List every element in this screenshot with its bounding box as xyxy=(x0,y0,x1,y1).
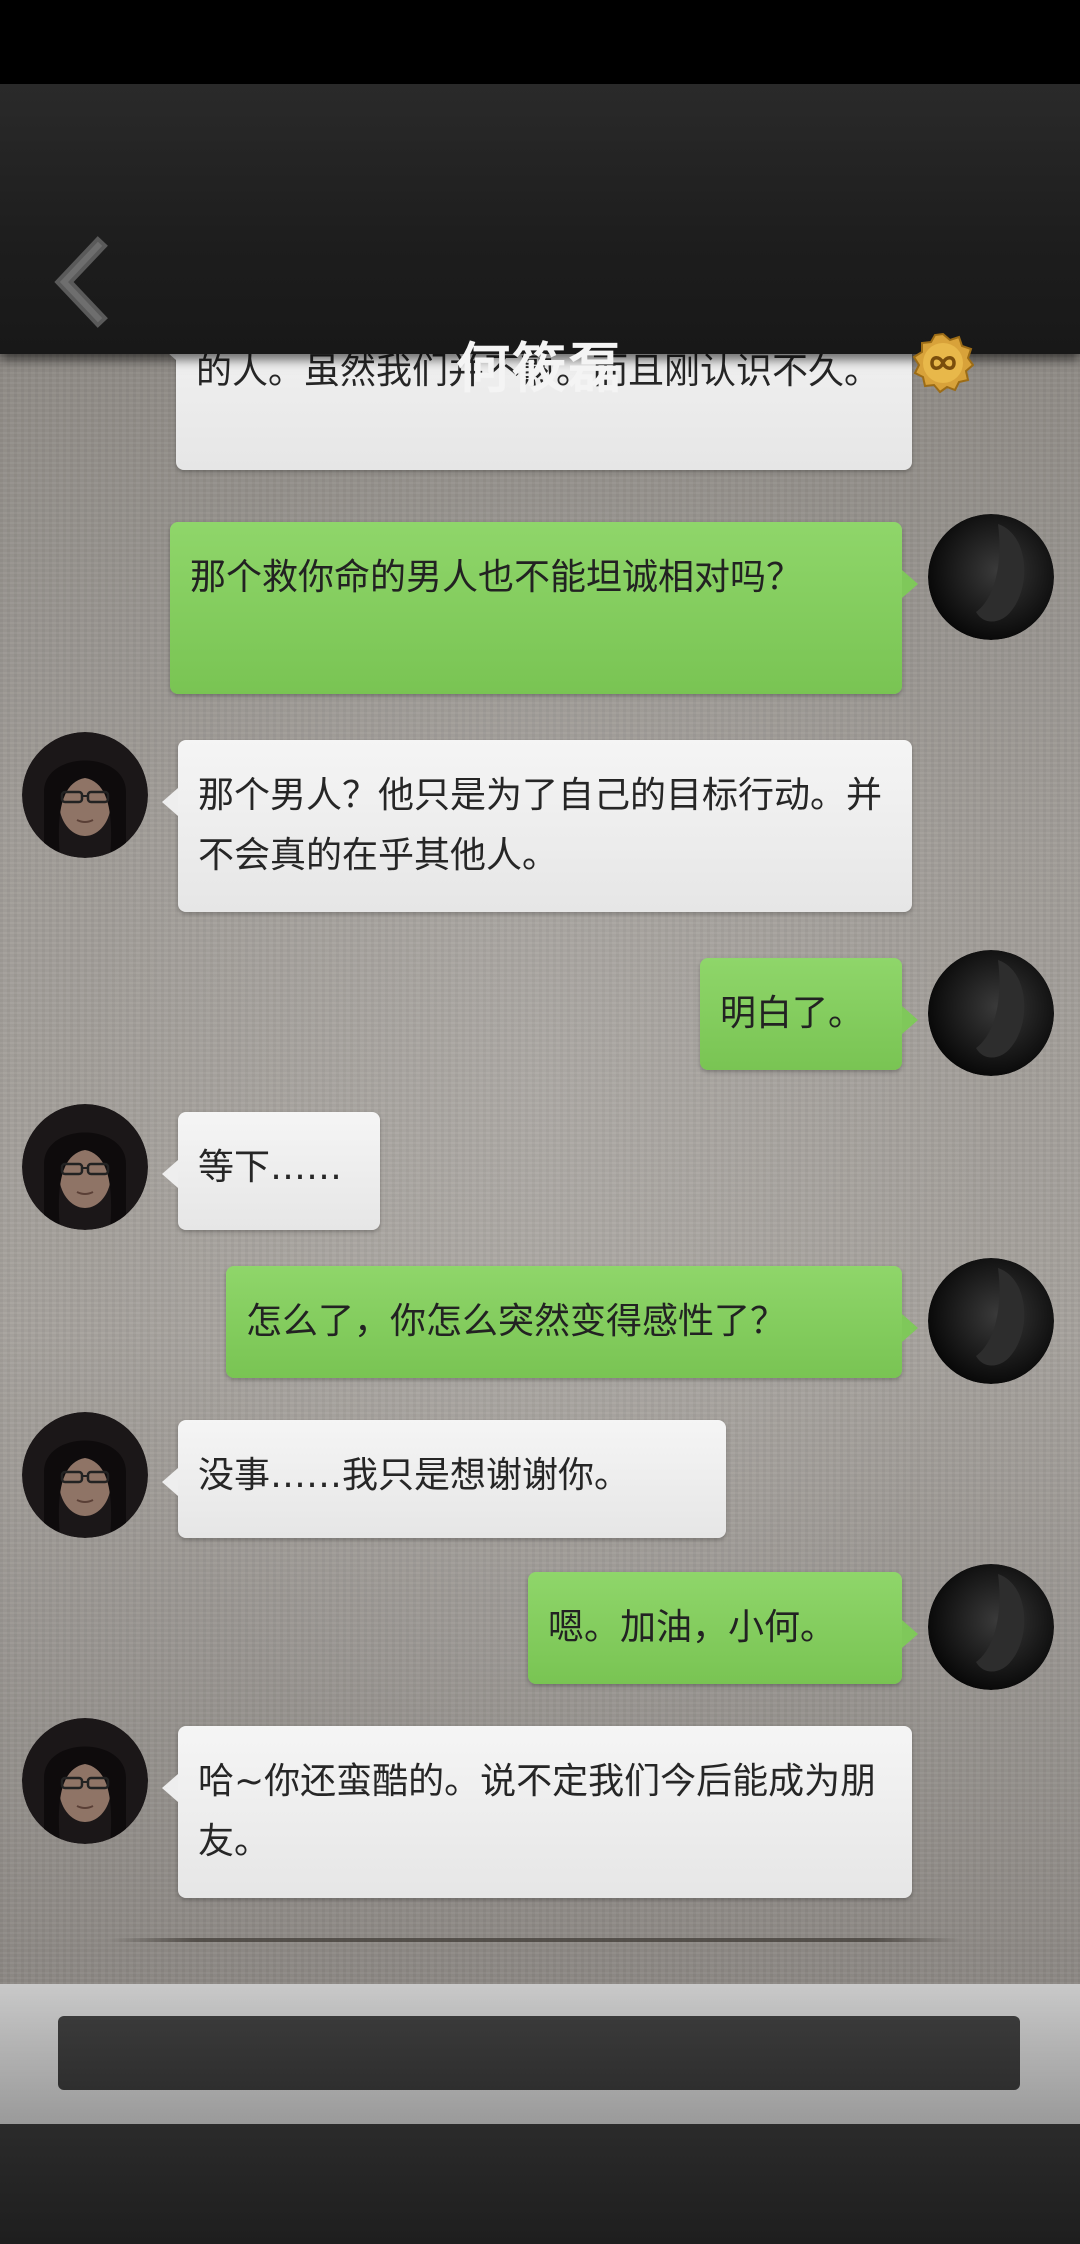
status-bar xyxy=(0,0,1080,84)
chevron-left-icon xyxy=(54,236,108,328)
user-avatar-icon xyxy=(928,1564,1054,1690)
message-text: 没事……我只是想谢谢你。 xyxy=(198,1455,631,1496)
message-text: 那个救你命的男人也不能坦诚相对吗？ xyxy=(190,557,803,598)
message-bubble-received: 那个男人？他只是为了自己的目标行动。并不会真的在乎其他人。 xyxy=(162,740,912,912)
message-text: 怎么了，你怎么突然变得感性了？ xyxy=(246,1301,787,1342)
avatar-self[interactable] xyxy=(928,1258,1054,1384)
chat-end-divider xyxy=(110,1938,960,1942)
chat-header: 何筱磊 xyxy=(0,84,1080,400)
contact-portrait-icon xyxy=(22,732,148,858)
user-avatar-icon xyxy=(928,1258,1054,1384)
message-bubble-sent: 嗯。加油，小何。 xyxy=(528,1572,918,1684)
avatar-self[interactable] xyxy=(928,950,1054,1076)
message-bubble-received: 没事……我只是想谢谢你。 xyxy=(162,1420,726,1538)
contact-avatar[interactable] xyxy=(22,1718,148,1844)
contact-portrait-icon xyxy=(22,1104,148,1230)
chat-screen: 何筱磊 的人。虽然我们并不熟。而且刚认识不久。 那个救你命的男人也不能坦诚相对吗… xyxy=(0,0,1080,2244)
message-bubble-sent: 明白了。 xyxy=(700,958,918,1070)
avatar-self[interactable] xyxy=(928,514,1054,640)
message-text: 嗯。加油，小何。 xyxy=(548,1607,837,1648)
message-bubble-sent: 怎么了，你怎么突然变得感性了？ xyxy=(226,1266,918,1378)
infinity-badge-icon xyxy=(912,332,975,394)
user-avatar-icon xyxy=(928,514,1054,640)
back-button[interactable] xyxy=(48,234,112,330)
menu-button[interactable] xyxy=(912,332,975,394)
user-avatar-icon xyxy=(928,950,1054,1076)
bottom-bar xyxy=(0,2124,1080,2244)
message-bubble-received: 哈~你还蛮酷的。说不定我们今后能成为朋友。 xyxy=(162,1726,912,1898)
message-text: 等下…… xyxy=(198,1147,343,1188)
contact-portrait-icon xyxy=(22,1718,148,1844)
message-text: 明白了。 xyxy=(720,993,865,1034)
avatar-self[interactable] xyxy=(928,1564,1054,1690)
contact-portrait-icon xyxy=(22,1412,148,1538)
message-text: 哈~你还蛮酷的。说不定我们今后能成为朋友。 xyxy=(198,1761,877,1862)
contact-avatar[interactable] xyxy=(22,1104,148,1230)
contact-avatar[interactable] xyxy=(22,732,148,858)
message-bubble-sent: 那个救你命的男人也不能坦诚相对吗？ xyxy=(170,522,918,694)
message-bubble-received: 等下…… xyxy=(162,1112,380,1230)
message-text: 那个男人？他只是为了自己的目标行动。并不会真的在乎其他人。 xyxy=(198,775,883,876)
message-input[interactable] xyxy=(58,2016,1020,2090)
contact-avatar[interactable] xyxy=(22,1412,148,1538)
message-list[interactable]: 的人。虽然我们并不熟。而且刚认识不久。 那个救你命的男人也不能坦诚相对吗？ 那个… xyxy=(0,354,1080,1984)
